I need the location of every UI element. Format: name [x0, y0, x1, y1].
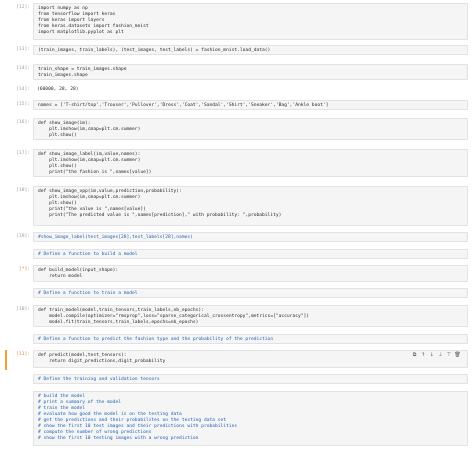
code-editor[interactable]: # Define a function to train a model: [33, 288, 468, 298]
code-editor[interactable]: #show_image_label(test_images[28],test_l…: [33, 232, 468, 242]
code-cell[interactable]: # build the model # print a summary of t…: [4, 391, 470, 446]
code-text: def show_image_vpp(im,value,prediction,p…: [38, 189, 282, 218]
code-text: # Define a function to train a model: [38, 291, 138, 296]
code-editor[interactable]: (train_images, train_labels), (test_imag…: [33, 45, 468, 55]
code-cell[interactable]: # Define a function to build a model: [4, 249, 470, 259]
code-cell[interactable]: [10]: def train_model(model,train_tensor…: [4, 305, 470, 327]
cell-prompt: [18]:: [16, 188, 30, 193]
code-cell[interactable]: [19]: #show_image_label(test_images[28],…: [4, 232, 470, 242]
code-text: # Define a function to predict the fashi…: [38, 337, 274, 342]
notebook: [12]: import numpy as np from tensorflow…: [0, 0, 474, 457]
cell-prompt: [12]:: [16, 5, 30, 10]
cell-prompt: [14]:: [16, 66, 30, 71]
code-editor[interactable]: def train_model(model,train_tensors,trai…: [33, 305, 468, 327]
cell-prompt: [14]:: [16, 87, 30, 92]
cell-prompt: [11]:: [16, 352, 30, 357]
code-text: train_shape = train_images.shape train_i…: [38, 67, 127, 78]
code-text: # build the model # print a summary of t…: [38, 394, 238, 441]
code-cell[interactable]: # Define a function to train a model: [4, 288, 470, 298]
code-editor[interactable]: # build the model # print a summary of t…: [33, 391, 468, 446]
code-cell[interactable]: [14]: train_shape = train_images.shape t…: [4, 64, 470, 80]
output-area: (60000, 28, 28): [33, 85, 468, 95]
code-cell[interactable]: # Define the training and validation ten…: [4, 374, 470, 384]
cell-toolbar: ⧉ ↑ ↓ ⊥ ⊤ 🗑: [411, 352, 461, 358]
add-below-icon[interactable]: ⊤: [445, 352, 452, 358]
code-cell[interactable]: [17]: def show_image_label(im,value,name…: [4, 149, 470, 177]
code-text: # Define the training and validation ten…: [38, 377, 160, 382]
code-editor[interactable]: # Define the training and validation ten…: [33, 374, 468, 384]
move-down-icon[interactable]: ↓: [428, 352, 435, 358]
code-cell[interactable]: [18]: def show_image_vpp(im,value,predic…: [4, 186, 470, 226]
cell-prompt: [19]:: [16, 234, 30, 239]
code-cell[interactable]: [15]: names = ['T-shirt/top','Trouser','…: [4, 100, 470, 110]
code-editor[interactable]: import numpy as np from tensorflow impor…: [33, 3, 468, 40]
code-text: # Define a function to build a model: [38, 252, 138, 257]
cell-prompt: [*]:: [18, 267, 30, 272]
code-text: #show_image_label(test_images[28],test_l…: [38, 235, 193, 240]
delete-icon[interactable]: 🗑: [454, 352, 461, 358]
code-text: names = ['T-shirt/top','Trouser','Pullov…: [38, 103, 329, 108]
code-cell[interactable]: # Define a function to predict the fashi…: [4, 334, 470, 344]
code-editor[interactable]: def show_image(im): plt.imshow(im,cmap=p…: [33, 118, 468, 140]
code-editor[interactable]: # Define a function to build a model: [33, 249, 468, 259]
output-text: (60000, 28, 28): [37, 87, 79, 92]
cell-prompt: [13]:: [16, 47, 30, 52]
code-text: def predict(model,test_tensors): return …: [38, 353, 166, 364]
code-text: (train_images, train_labels), (test_imag…: [38, 48, 271, 53]
code-text: def train_model(model,train_tensors,trai…: [38, 308, 310, 325]
code-editor[interactable]: train_shape = train_images.shape train_i…: [33, 64, 468, 80]
code-editor[interactable]: def predict(model,test_tensors): return …: [33, 350, 468, 368]
code-cell[interactable]: [16]: def show_image(im): plt.imshow(im,…: [4, 118, 470, 140]
cell-prompt: [16]:: [16, 120, 30, 125]
add-above-icon[interactable]: ⊥: [437, 352, 444, 358]
code-editor[interactable]: names = ['T-shirt/top','Trouser','Pullov…: [33, 100, 468, 110]
code-cell-selected[interactable]: [11]: def predict(model,test_tensors): r…: [4, 350, 470, 368]
code-text: def show_image(im): plt.imshow(im,cmap=p…: [38, 121, 141, 138]
cell-prompt: [15]:: [16, 102, 30, 107]
code-editor[interactable]: def show_image_label(im,value,names): pl…: [33, 149, 468, 177]
code-editor[interactable]: def show_image_vpp(im,value,prediction,p…: [33, 186, 468, 226]
output-cell: [14]: (60000, 28, 28): [4, 85, 470, 95]
code-cell[interactable]: [*]: def build_model(input_shape): retur…: [4, 265, 470, 282]
code-editor[interactable]: def build_model(input_shape): return mod…: [33, 265, 468, 282]
cell-prompt: [10]:: [16, 307, 30, 312]
code-cell[interactable]: [12]: import numpy as np from tensorflow…: [4, 3, 470, 40]
code-cell[interactable]: [13]: (train_images, train_labels), (tes…: [4, 45, 470, 55]
cell-prompt: [17]:: [16, 151, 30, 156]
code-text: import numpy as np from tensorflow impor…: [38, 6, 149, 35]
code-text: def build_model(input_shape): return mod…: [38, 268, 119, 279]
code-editor[interactable]: # Define a function to predict the fashi…: [33, 334, 468, 344]
copy-icon[interactable]: ⧉: [411, 352, 418, 358]
code-text: def show_image_label(im,value,names): pl…: [38, 152, 152, 175]
move-up-icon[interactable]: ↑: [420, 352, 427, 358]
